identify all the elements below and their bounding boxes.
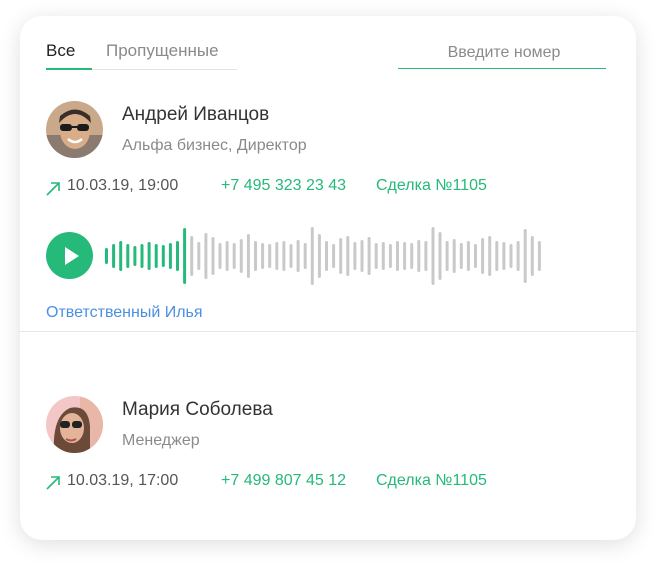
waveform-bar — [410, 243, 414, 269]
phone-link[interactable]: +7 499 807 45 12 — [221, 472, 346, 490]
waveform-bar — [325, 241, 328, 271]
waveform-bar — [445, 241, 449, 271]
waveform-bar — [502, 242, 506, 270]
contact-role: Менеджер — [122, 432, 200, 449]
waveform-bar — [381, 242, 385, 270]
waveform-bar — [374, 243, 378, 269]
waveform-bar — [296, 240, 300, 272]
waveform-bar — [360, 240, 364, 272]
waveform-bar — [254, 241, 257, 271]
waveform-bar — [112, 244, 116, 268]
tab-missed[interactable]: Пропущенные — [106, 41, 219, 61]
waveform-bar — [495, 241, 499, 271]
waveform-bar — [140, 244, 144, 268]
waveform-bar — [232, 243, 236, 269]
arrow-up-right-icon — [46, 182, 60, 196]
waveform-bar — [204, 233, 208, 279]
responsible-link[interactable]: Ответственный Илья — [46, 304, 203, 322]
waveform-bar — [424, 241, 428, 271]
play-button[interactable] — [46, 232, 93, 279]
contact-role: Альфа бизнес, Директор — [122, 137, 307, 154]
waveform-bar — [417, 240, 421, 272]
contact-name[interactable]: Мария Соболева — [122, 399, 273, 421]
waveform-bar — [261, 243, 265, 269]
waveform-bar — [119, 241, 123, 271]
deal-link[interactable]: Сделка №1105 — [376, 472, 487, 490]
avatar-woman-icon — [46, 396, 103, 453]
deal-link[interactable]: Сделка №1105 — [376, 177, 487, 195]
waveform-bar — [452, 239, 456, 273]
waveform-bar — [239, 239, 243, 273]
waveform-bar — [346, 236, 350, 276]
waveform-bar — [466, 241, 470, 271]
calls-card: Все Пропущенные Андрей Иванцов Альфа биз… — [20, 16, 636, 540]
waveform-bar — [516, 241, 520, 271]
waveform-bar — [339, 238, 343, 274]
list-divider — [20, 331, 636, 332]
waveform-bar — [317, 234, 321, 278]
waveform-bar — [438, 232, 442, 280]
waveform-bar — [282, 241, 286, 271]
waveform-bar — [190, 236, 194, 276]
waveform-bar — [211, 237, 215, 275]
waveform-bar — [147, 242, 151, 270]
waveform-bar — [197, 242, 201, 270]
waveform-bar — [488, 236, 492, 276]
waveform-bar — [459, 243, 463, 269]
waveform-bar — [176, 241, 179, 271]
waveform-bar — [474, 244, 477, 268]
waveform-bar — [388, 244, 392, 268]
waveform-bar — [161, 245, 165, 267]
waveform-bar — [431, 227, 435, 285]
waveform-bar — [537, 241, 541, 271]
waveform-bar — [530, 236, 534, 276]
call-date: 10.03.19, 17:00 — [67, 472, 179, 489]
waveform-bar — [303, 243, 307, 269]
avatar — [46, 101, 103, 158]
waveform-bar — [481, 238, 485, 274]
waveform-bar — [353, 242, 357, 270]
waveform-bar — [523, 229, 527, 283]
tab-all[interactable]: Все — [46, 41, 75, 61]
waveform-bar — [289, 244, 293, 268]
waveform-bar — [396, 241, 399, 271]
arrow-up-right-icon — [46, 476, 60, 490]
waveform-bar — [367, 237, 371, 275]
waveform-bar — [183, 228, 187, 284]
waveform-bar — [268, 244, 272, 268]
avatar-man-icon — [46, 101, 103, 158]
waveform-bar — [105, 248, 108, 264]
phone-search-input[interactable] — [398, 38, 610, 68]
waveform-bar — [246, 234, 250, 278]
waveform-bar — [509, 244, 513, 268]
waveform-bar — [168, 243, 172, 269]
audio-waveform[interactable] — [104, 222, 544, 290]
waveform-bar — [332, 244, 336, 268]
search-field — [398, 38, 610, 69]
waveform-bar — [225, 241, 229, 271]
contact-name[interactable]: Андрей Иванцов — [122, 104, 269, 126]
phone-link[interactable]: +7 495 323 23 43 — [221, 177, 346, 195]
waveform-bar — [403, 242, 407, 270]
waveform-bar — [154, 244, 158, 268]
waveform-bar — [126, 244, 130, 268]
call-date: 10.03.19, 19:00 — [67, 177, 179, 194]
waveform-bar — [218, 243, 222, 269]
waveform-bar — [133, 246, 137, 266]
active-tab-indicator — [46, 68, 92, 70]
waveform-bar — [275, 242, 279, 270]
waveform-bar — [310, 227, 314, 285]
avatar — [46, 396, 103, 453]
